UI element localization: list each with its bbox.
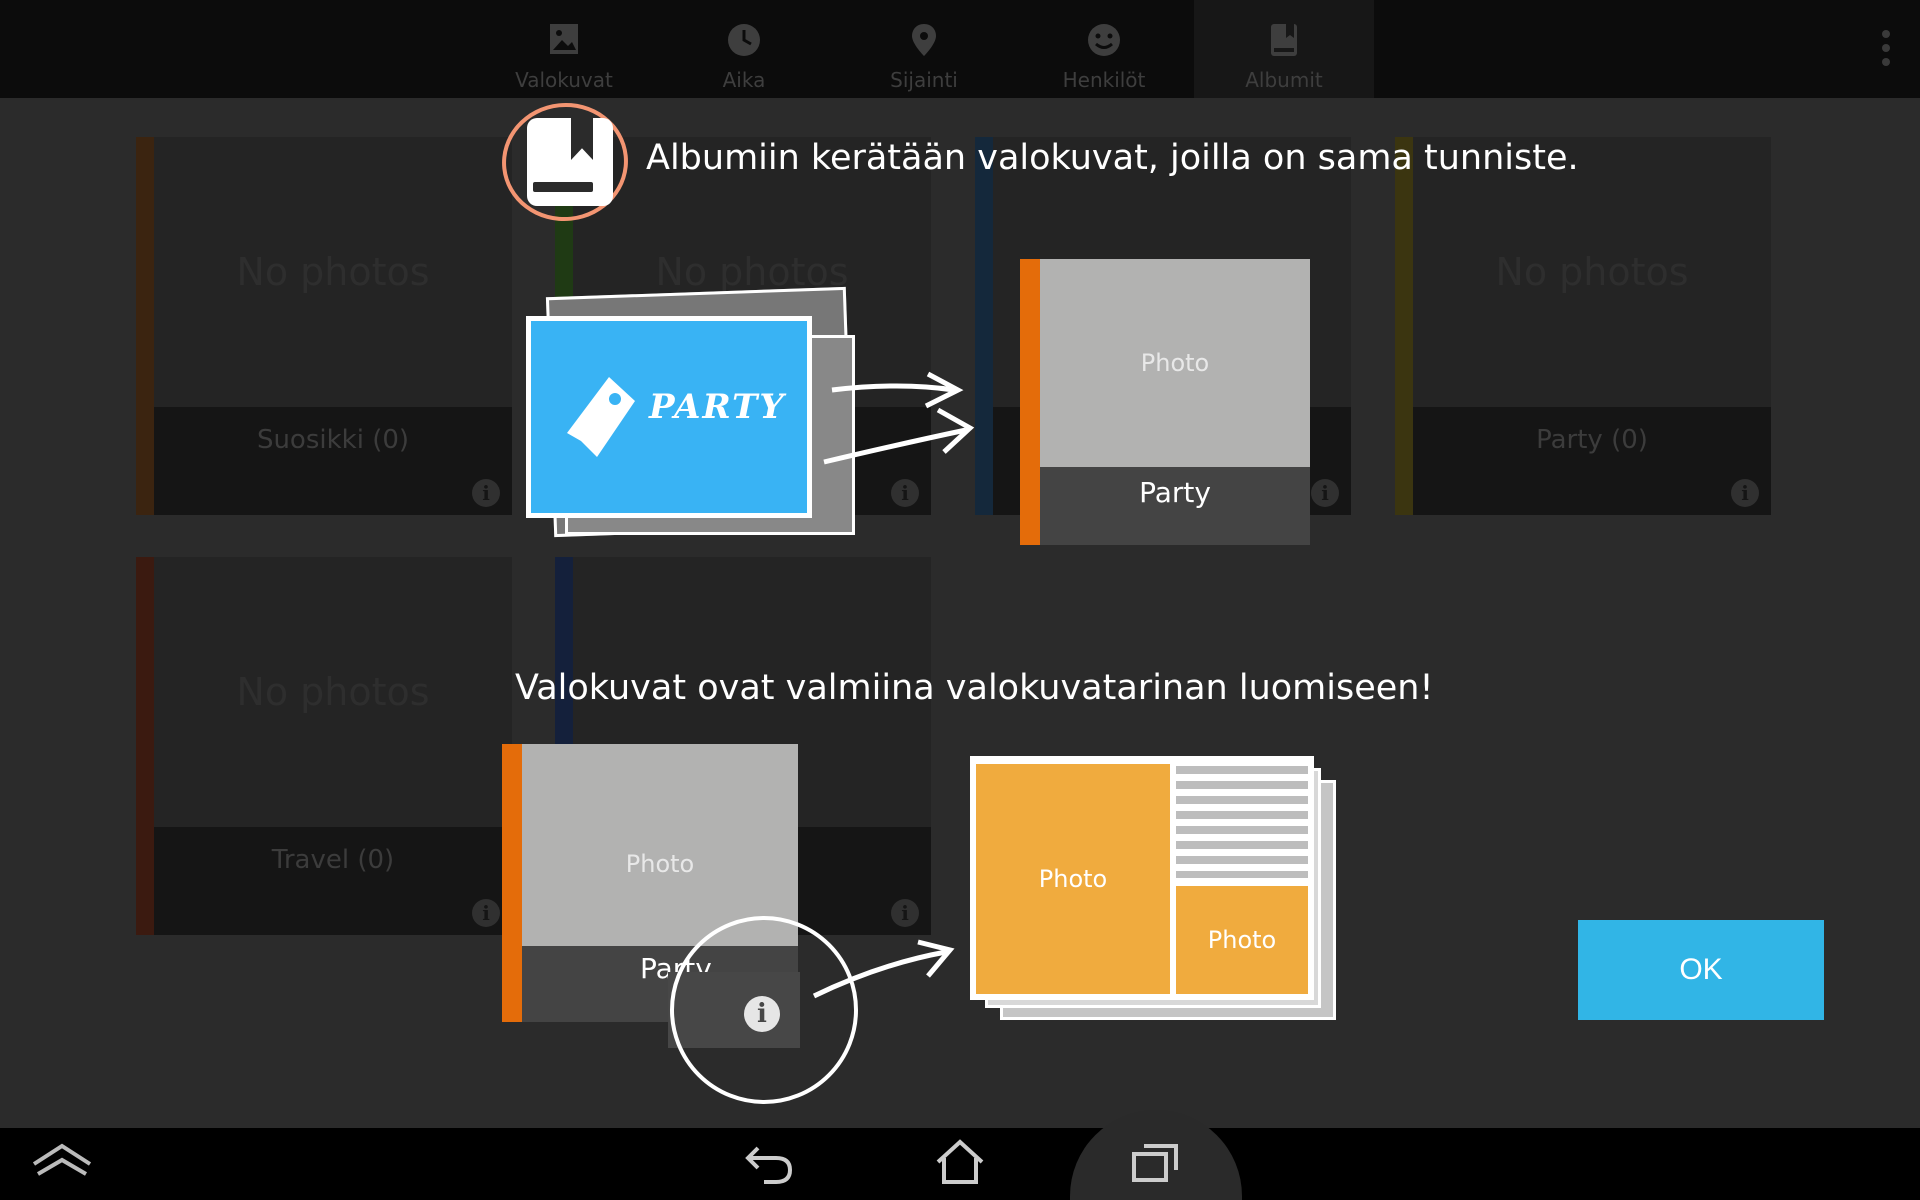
info-icon[interactable]: i xyxy=(891,479,919,507)
info-icon[interactable]: i xyxy=(891,899,919,927)
album-footer xyxy=(1413,407,1771,515)
tab-label: Henkilöt xyxy=(1062,68,1146,92)
story-text-lines xyxy=(1176,766,1308,878)
tag-icon xyxy=(567,377,635,457)
home-icon[interactable] xyxy=(934,1138,986,1200)
tab-label: Albumit xyxy=(1245,68,1323,92)
arrow-icon xyxy=(812,939,955,999)
album-color-stripe xyxy=(1020,259,1040,545)
album-color-stripe xyxy=(502,744,522,1022)
album-placeholder: No photos xyxy=(154,137,512,407)
sample-album-card: Photo Party xyxy=(1020,259,1310,545)
tab-aika[interactable]: Aika xyxy=(654,0,834,98)
album-footer xyxy=(154,407,512,515)
tutorial-text-story: Valokuvat ovat valmiina valokuvatarinan … xyxy=(515,668,1434,708)
party-tag-photo: PARTY xyxy=(526,316,812,518)
info-icon[interactable]: i xyxy=(1731,479,1759,507)
album-icon xyxy=(527,118,613,206)
action-bar: Valokuvat Aika Sijainti Henkilöt Albumit xyxy=(0,0,1920,98)
tab-albumit[interactable]: Albumit xyxy=(1194,0,1374,98)
album-footer xyxy=(154,827,512,935)
info-icon[interactable]: i xyxy=(472,479,500,507)
photo-icon xyxy=(550,24,578,54)
overflow-menu-icon[interactable] xyxy=(1882,30,1892,70)
tab-sijainti[interactable]: Sijainti xyxy=(834,0,1014,98)
story-photo-large: Photo xyxy=(976,764,1170,994)
album-card[interactable]: No photos Party (0) i xyxy=(1395,137,1771,515)
tutorial-text-albums: Albumiin kerätään valokuvat, joilla on s… xyxy=(646,138,1579,178)
album-icon xyxy=(1271,24,1297,56)
album-card[interactable]: No photos Suosikki (0) i xyxy=(136,137,512,515)
tab-label: Valokuvat xyxy=(515,68,613,92)
location-pin-icon xyxy=(912,24,936,56)
tab-label: Aika xyxy=(722,68,766,92)
story-photo-small: Photo xyxy=(1176,886,1308,994)
arrow-icon xyxy=(823,371,975,465)
sample-photo-label: Photo xyxy=(1140,349,1210,377)
info-icon[interactable]: i xyxy=(1311,479,1339,507)
back-icon[interactable] xyxy=(740,1138,800,1200)
album-card[interactable]: No photos Travel (0) i xyxy=(136,557,512,935)
tab-label: Sijainti xyxy=(890,68,958,92)
photo-story-card: Photo Photo xyxy=(970,756,1314,1000)
ok-button[interactable]: OK xyxy=(1578,920,1824,1020)
tab-valokuvat[interactable]: Valokuvat xyxy=(474,0,654,98)
sample-album-name: Party xyxy=(1040,467,1310,545)
menu-up-icon[interactable] xyxy=(30,1138,94,1200)
album-color-stripe xyxy=(1395,137,1413,515)
info-icon[interactable]: i xyxy=(472,899,500,927)
album-color-stripe xyxy=(136,557,154,935)
tab-henkilot[interactable]: Henkilöt xyxy=(1014,0,1194,98)
album-color-stripe xyxy=(136,137,154,515)
album-name: Suosikki (0) xyxy=(256,425,410,455)
album-placeholder: No photos xyxy=(154,557,512,827)
party-tag-label: PARTY xyxy=(649,387,786,427)
recent-apps-icon[interactable] xyxy=(1130,1140,1182,1200)
smiley-face-icon xyxy=(1088,24,1120,56)
album-name: Travel (0) xyxy=(271,845,395,875)
clock-icon xyxy=(728,24,760,56)
album-name: Party (0) xyxy=(1536,425,1648,455)
